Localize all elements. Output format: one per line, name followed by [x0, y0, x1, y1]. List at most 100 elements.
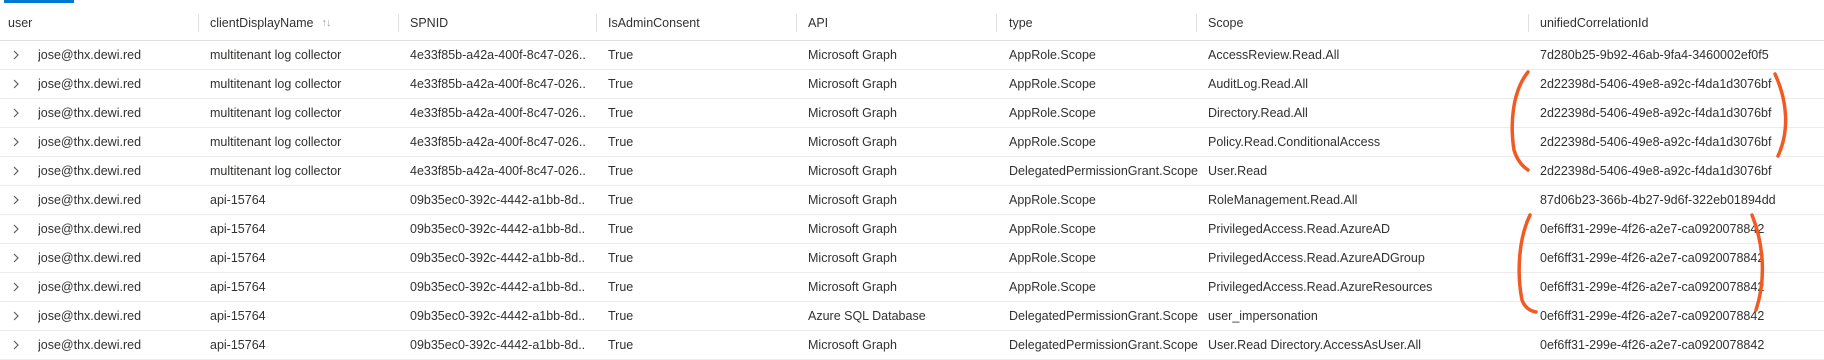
- cell-user: jose@thx.dewi.red: [38, 280, 142, 294]
- cell-user: jose@thx.dewi.red: [38, 106, 142, 120]
- grid-body: jose@thx.dewi.red multitenant log collect…: [0, 41, 1824, 360]
- column-resize-handle[interactable]: [796, 14, 797, 32]
- cell-type: DelegatedPermissionGrant.Scope: [1009, 338, 1198, 352]
- cell-user: jose@thx.dewi.red: [38, 135, 142, 149]
- chevron-right-icon[interactable]: [12, 41, 20, 69]
- cell-clientdisplayname: api-15764: [210, 251, 266, 265]
- column-resize-handle[interactable]: [1528, 14, 1529, 32]
- header-api[interactable]: API: [808, 6, 988, 40]
- cell-user: jose@thx.dewi.red: [38, 222, 142, 236]
- cell-user: jose@thx.dewi.red: [38, 251, 142, 265]
- cell-type: AppRole.Scope: [1009, 193, 1096, 207]
- chevron-right-icon[interactable]: [12, 331, 20, 359]
- table-row[interactable]: jose@thx.dewi.red multitenant log collect…: [0, 99, 1824, 128]
- table-row[interactable]: jose@thx.dewi.red api-15764 09b35ec0-392c-…: [0, 273, 1824, 302]
- header-scope[interactable]: Scope: [1208, 6, 1508, 40]
- cell-clientdisplayname: multitenant log collector: [210, 48, 342, 62]
- cell-type: DelegatedPermissionGrant.Scope: [1009, 309, 1198, 323]
- cell-api: Microsoft Graph: [808, 135, 897, 149]
- chevron-right-icon[interactable]: [12, 273, 20, 301]
- header-spnid[interactable]: SPNID: [410, 6, 586, 40]
- cell-scope: User.Read Directory.AccessAsUser.All: [1208, 338, 1422, 352]
- chevron-right-icon[interactable]: [12, 128, 20, 156]
- cell-scope: AccessReview.Read.All: [1208, 48, 1340, 62]
- chevron-right-icon[interactable]: [12, 215, 20, 243]
- cell-spnid: 4e33f85b-a42a-400f-8c47-026...: [410, 135, 586, 149]
- chevron-right-icon[interactable]: [12, 70, 20, 98]
- cell-user: jose@thx.dewi.red: [38, 164, 142, 178]
- header-user[interactable]: user: [8, 6, 168, 40]
- header-clientdisplayname[interactable]: clientDisplayName ↑↓: [210, 6, 400, 40]
- cell-scope: User.Read: [1208, 164, 1268, 178]
- cell-isadminconsent: True: [608, 106, 634, 120]
- cell-user: jose@thx.dewi.red: [38, 77, 142, 91]
- cell-api: Microsoft Graph: [808, 164, 897, 178]
- cell-user: jose@thx.dewi.red: [38, 193, 142, 207]
- table-row[interactable]: jose@thx.dewi.red multitenant log collect…: [0, 70, 1824, 99]
- column-resize-handle[interactable]: [996, 14, 997, 32]
- column-resize-handle[interactable]: [398, 14, 399, 32]
- table-row[interactable]: jose@thx.dewi.red api-15764 09b35ec0-392c-…: [0, 331, 1824, 360]
- chevron-right-icon[interactable]: [12, 244, 20, 272]
- table-row[interactable]: jose@thx.dewi.red multitenant log collect…: [0, 157, 1824, 186]
- cell-spnid: 4e33f85b-a42a-400f-8c47-026...: [410, 77, 586, 91]
- cell-api: Microsoft Graph: [808, 193, 897, 207]
- cell-spnid: 09b35ec0-392c-4442-a1bb-8d...: [410, 338, 586, 352]
- cell-unifiedcorrelationid: 0ef6ff31-299e-4f26-a2e7-ca0920078842: [1540, 280, 1765, 294]
- cell-clientdisplayname: multitenant log collector: [210, 77, 342, 91]
- cell-clientdisplayname: api-15764: [210, 222, 266, 236]
- cell-clientdisplayname: api-15764: [210, 338, 266, 352]
- column-resize-handle[interactable]: [198, 14, 199, 32]
- table-row[interactable]: jose@thx.dewi.red api-15764 09b35ec0-392c-…: [0, 244, 1824, 273]
- header-isadminconsent[interactable]: IsAdminConsent: [608, 6, 768, 40]
- cell-spnid: 4e33f85b-a42a-400f-8c47-026...: [410, 106, 586, 120]
- cell-scope: PrivilegedAccess.Read.AzureADGroup: [1208, 251, 1425, 265]
- cell-isadminconsent: True: [608, 338, 634, 352]
- cell-spnid: 09b35ec0-392c-4442-a1bb-8d...: [410, 280, 586, 294]
- cell-type: AppRole.Scope: [1009, 222, 1096, 236]
- cell-user: jose@thx.dewi.red: [38, 48, 142, 62]
- cell-user: jose@thx.dewi.red: [38, 338, 142, 352]
- cell-unifiedcorrelationid: 7d280b25-9b92-46ab-9fa4-3460002ef0f5: [1540, 48, 1769, 62]
- table-row[interactable]: jose@thx.dewi.red api-15764 09b35ec0-392c-…: [0, 302, 1824, 331]
- cell-clientdisplayname: api-15764: [210, 193, 266, 207]
- table-row[interactable]: jose@thx.dewi.red api-15764 09b35ec0-392c-…: [0, 215, 1824, 244]
- column-resize-handle[interactable]: [596, 14, 597, 32]
- cell-unifiedcorrelationid: 87d06b23-366b-4b27-9d6f-322eb01894dd: [1540, 193, 1776, 207]
- cell-spnid: 09b35ec0-392c-4442-a1bb-8d...: [410, 309, 586, 323]
- table-row[interactable]: jose@thx.dewi.red multitenant log collect…: [0, 41, 1824, 70]
- cell-api: Microsoft Graph: [808, 222, 897, 236]
- results-grid: user clientDisplayName ↑↓ SPNID IsAdminC…: [0, 6, 1824, 360]
- grid-header: user clientDisplayName ↑↓ SPNID IsAdminC…: [0, 6, 1824, 41]
- chevron-right-icon[interactable]: [12, 157, 20, 185]
- cell-isadminconsent: True: [608, 135, 634, 149]
- cell-scope: RoleManagement.Read.All: [1208, 193, 1358, 207]
- table-row[interactable]: jose@thx.dewi.red multitenant log collect…: [0, 128, 1824, 157]
- cell-spnid: 4e33f85b-a42a-400f-8c47-026...: [410, 164, 586, 178]
- header-unifiedcorrelationid[interactable]: unifiedCorrelationId: [1540, 6, 1820, 40]
- chevron-right-icon[interactable]: [12, 186, 20, 214]
- cell-unifiedcorrelationid: 0ef6ff31-299e-4f26-a2e7-ca0920078842: [1540, 222, 1765, 236]
- cell-spnid: 4e33f85b-a42a-400f-8c47-026...: [410, 48, 586, 62]
- sort-icon[interactable]: ↑↓: [322, 17, 332, 29]
- cell-unifiedcorrelationid: 0ef6ff31-299e-4f26-a2e7-ca0920078842: [1540, 309, 1765, 323]
- header-type[interactable]: type: [1009, 6, 1199, 40]
- cell-isadminconsent: True: [608, 280, 634, 294]
- cell-api: Azure SQL Database: [808, 309, 926, 323]
- cell-unifiedcorrelationid: 0ef6ff31-299e-4f26-a2e7-ca0920078842: [1540, 338, 1765, 352]
- chevron-right-icon[interactable]: [12, 99, 20, 127]
- cell-user: jose@thx.dewi.red: [38, 309, 142, 323]
- cell-type: AppRole.Scope: [1009, 48, 1096, 62]
- cell-scope: AuditLog.Read.All: [1208, 77, 1309, 91]
- cell-spnid: 09b35ec0-392c-4442-a1bb-8d...: [410, 222, 586, 236]
- column-resize-handle[interactable]: [1196, 14, 1197, 32]
- cell-clientdisplayname: multitenant log collector: [210, 164, 342, 178]
- cell-scope: user_impersonation: [1208, 309, 1318, 323]
- cell-isadminconsent: True: [608, 251, 634, 265]
- table-row[interactable]: jose@thx.dewi.red api-15764 09b35ec0-392c-…: [0, 186, 1824, 215]
- cell-unifiedcorrelationid: 2d22398d-5406-49e8-a92c-f4da1d3076bf: [1540, 164, 1772, 178]
- cell-type: AppRole.Scope: [1009, 251, 1096, 265]
- cell-isadminconsent: True: [608, 222, 634, 236]
- cell-isadminconsent: True: [608, 309, 634, 323]
- chevron-right-icon[interactable]: [12, 302, 20, 330]
